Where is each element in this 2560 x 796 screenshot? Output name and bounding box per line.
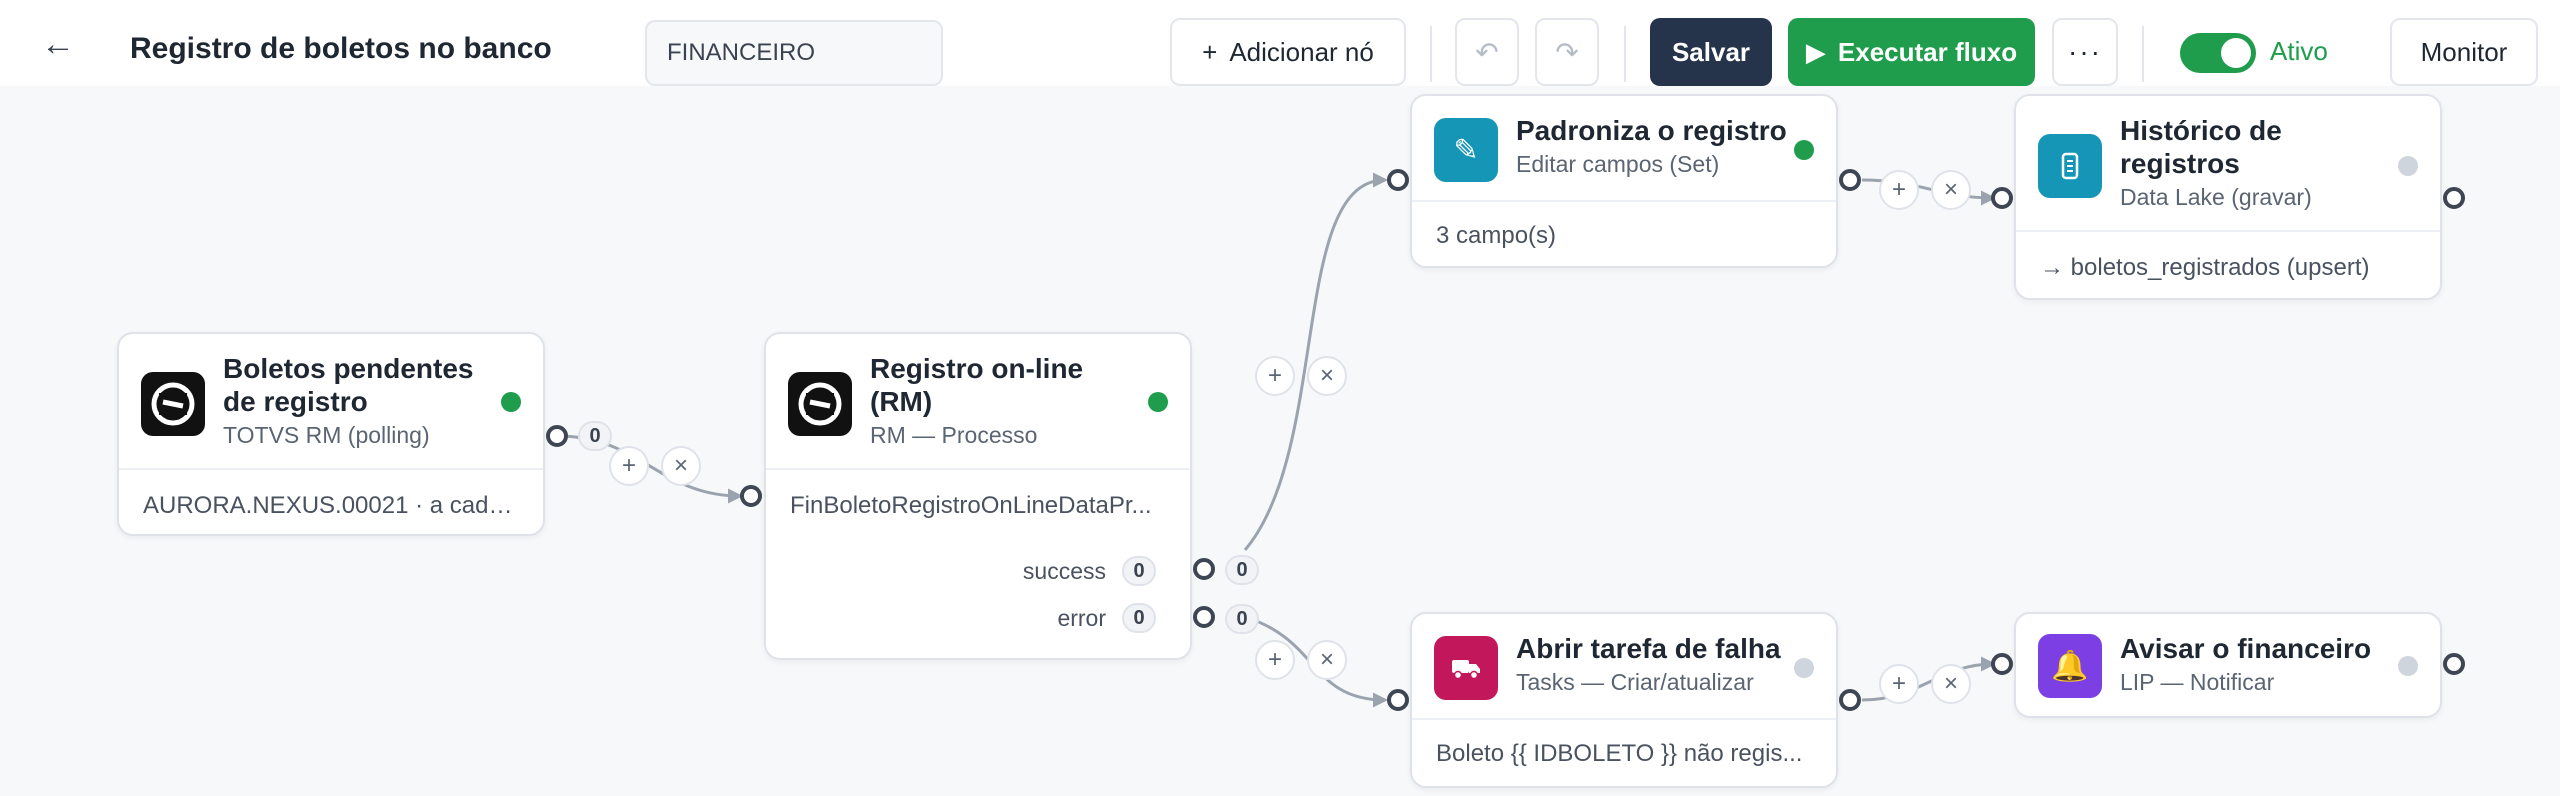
node-historico-registros[interactable]: Histórico de registros Data Lake (gravar…: [2014, 94, 2442, 300]
node-avisar-financeiro[interactable]: 🔔 Avisar o financeiro LIP — Notificar: [2014, 612, 2442, 718]
node-divider: [1412, 718, 1836, 720]
edge-remove-button[interactable]: ×: [1307, 640, 1347, 680]
edge-count-badge: 0: [1225, 555, 1259, 585]
redo-button[interactable]: ↷: [1535, 18, 1599, 86]
active-toggle[interactable]: [2180, 33, 2256, 73]
node-registro-online[interactable]: Registro on-line (RM) RM — Processo FinB…: [764, 332, 1192, 660]
node-divider: [119, 468, 543, 470]
output-port-error[interactable]: [1193, 606, 1215, 628]
truck-icon: [1434, 636, 1498, 700]
toggle-knob: [2221, 38, 2251, 68]
output-port[interactable]: [2443, 653, 2465, 675]
edge-add-button[interactable]: +: [1255, 356, 1295, 396]
input-port[interactable]: [1387, 169, 1409, 191]
folder-field[interactable]: [645, 20, 943, 86]
add-node-label: Adicionar nó: [1229, 36, 1374, 67]
totvs-logo-icon: [141, 372, 205, 436]
node-body: AURORA.NEXUS.00021 · a cada...: [143, 492, 521, 519]
arrow-left-icon: ←: [41, 25, 75, 63]
totvs-logo-icon: [788, 372, 852, 436]
active-label: Ativo: [2270, 36, 2328, 66]
status-dot-idle: [2398, 156, 2418, 176]
add-node-button[interactable]: + Adicionar nó: [1170, 18, 1406, 86]
status-dot-active: [1148, 392, 1168, 412]
run-flow-button[interactable]: ▶ Executar fluxo: [1788, 18, 2035, 86]
node-title: Histórico de: [2120, 115, 2282, 146]
save-button[interactable]: Salvar: [1650, 18, 1772, 86]
bell-icon: 🔔: [2038, 634, 2102, 698]
play-icon: ▶: [1805, 36, 1826, 67]
node-subtitle: Tasks — Criar/atualizar: [1516, 669, 1754, 695]
node-title: de registro: [223, 386, 368, 417]
node-body: 3 campo(s): [1436, 222, 1557, 249]
node-title: Boletos pendentes: [223, 353, 474, 384]
input-port[interactable]: [1991, 653, 2013, 675]
node-title: Registro on-line: [870, 353, 1084, 384]
node-divider: [2016, 230, 2440, 232]
node-subtitle: LIP — Notificar: [2120, 669, 2275, 695]
database-icon: [2038, 134, 2102, 198]
more-options-button[interactable]: ···: [2052, 18, 2118, 86]
node-divider: [766, 468, 1190, 470]
toolbar-divider: [1430, 26, 1432, 82]
top-bar: ← Registro de boletos no banco + Adicion…: [0, 0, 2560, 86]
edge-remove-button[interactable]: ×: [1931, 664, 1971, 704]
run-flow-label: Executar fluxo: [1837, 36, 2018, 67]
output-port[interactable]: [546, 425, 568, 447]
status-dot-active: [501, 392, 521, 412]
toolbar-divider: [1624, 26, 1626, 82]
node-title: Abrir tarefa de falha: [1516, 633, 1781, 664]
status-dot-active: [1794, 140, 1814, 160]
node-divider: [1412, 200, 1836, 202]
edge-count-badge: 0: [578, 421, 612, 451]
output-label-error: error: [1057, 605, 1106, 631]
node-abrir-tarefa-falha[interactable]: Abrir tarefa de falha Tasks — Criar/atua…: [1410, 612, 1838, 788]
undo-button[interactable]: ↶: [1455, 18, 1519, 86]
input-port[interactable]: [1991, 187, 2013, 209]
edge-add-button[interactable]: +: [609, 446, 649, 486]
output-label-success: success: [1022, 558, 1106, 584]
node-title: registros: [2120, 148, 2240, 179]
edge-remove-button[interactable]: ×: [1307, 356, 1347, 396]
back-button[interactable]: ←: [30, 22, 86, 66]
node-title: Avisar o financeiro: [2120, 633, 2372, 664]
plus-icon: +: [1202, 36, 1218, 67]
edge-remove-button[interactable]: ×: [1931, 170, 1971, 210]
output-port-success[interactable]: [1193, 558, 1215, 580]
node-body: → boletos_registrados (upsert): [2040, 254, 2370, 281]
status-dot-idle: [2398, 656, 2418, 676]
node-padroniza-registro[interactable]: ✎ Padroniza o registro Editar campos (Se…: [1410, 94, 1838, 268]
node-title: (RM): [870, 386, 933, 417]
node-subtitle: Data Lake (gravar): [2120, 184, 2312, 210]
monitor-button[interactable]: Monitor: [2390, 18, 2538, 86]
output-port[interactable]: [1839, 689, 1861, 711]
pencil-icon: ✎: [1434, 118, 1498, 182]
output-count-badge: 0: [1122, 603, 1156, 633]
status-dot-idle: [1794, 658, 1814, 678]
node-body: Boleto {{ IDBOLETO }} não regis...: [1436, 740, 1803, 767]
output-port[interactable]: [2443, 187, 2465, 209]
edge-add-button[interactable]: +: [1255, 640, 1295, 680]
node-boletos-pendentes[interactable]: Boletos pendentes de registro TOTVS RM (…: [117, 332, 545, 536]
edge-count-badge: 0: [1225, 604, 1259, 634]
node-subtitle: Editar campos (Set): [1516, 151, 1720, 177]
node-title: Padroniza o registro: [1516, 115, 1787, 146]
node-subtitle: RM — Processo: [870, 422, 1038, 448]
undo-icon: ↶: [1475, 36, 1499, 68]
node-body: FinBoletoRegistroOnLineDataPr...: [790, 492, 1152, 519]
input-port[interactable]: [1387, 689, 1409, 711]
edge-remove-button[interactable]: ×: [661, 446, 701, 486]
output-port[interactable]: [1839, 169, 1861, 191]
node-subtitle: TOTVS RM (polling): [223, 422, 430, 448]
edge-add-button[interactable]: +: [1879, 664, 1919, 704]
output-count-badge: 0: [1122, 556, 1156, 586]
input-port[interactable]: [740, 485, 762, 507]
edge-add-button[interactable]: +: [1879, 170, 1919, 210]
redo-icon: ↷: [1555, 36, 1579, 68]
page-title: Registro de boletos no banco: [130, 32, 552, 65]
toolbar-divider: [2142, 26, 2144, 82]
